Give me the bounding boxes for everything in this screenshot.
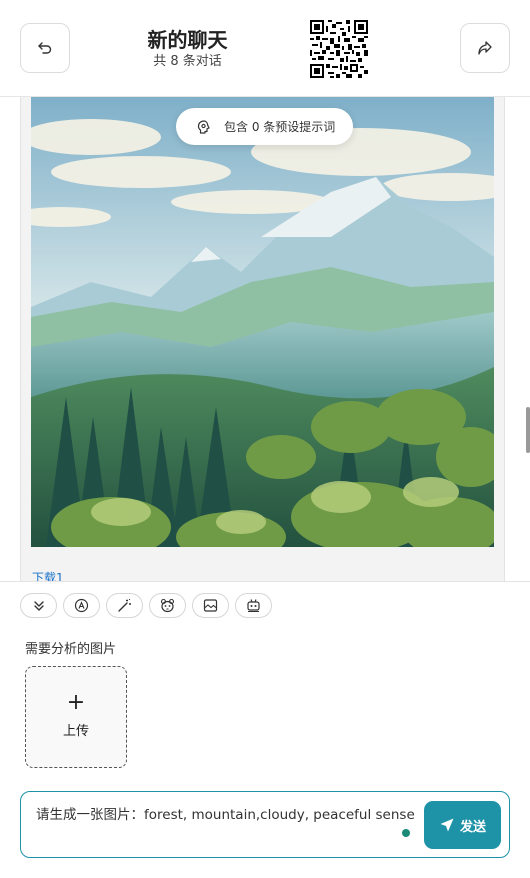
image-button[interactable] xyxy=(192,593,229,618)
upload-label: 上传 xyxy=(62,724,89,739)
preset-prompt-label: 包含 0 条预设提示词 xyxy=(224,120,336,134)
share-button[interactable] xyxy=(460,23,510,73)
robot-icon xyxy=(247,599,260,612)
download-link[interactable]: 下载1 xyxy=(32,569,64,581)
page-title: 新的聊天 xyxy=(147,28,228,52)
plus-icon: + xyxy=(66,690,86,715)
qr-code xyxy=(310,20,368,78)
return-icon xyxy=(38,42,52,54)
status-dot xyxy=(402,829,410,837)
collapse-button[interactable] xyxy=(20,593,57,618)
chat-header: 新的聊天 共 8 条对话 xyxy=(0,0,530,97)
collapse-icon xyxy=(33,600,44,611)
chat-scrollbar[interactable] xyxy=(526,407,530,453)
back-button[interactable] xyxy=(20,23,70,73)
robot-button[interactable] xyxy=(235,593,272,618)
share-icon xyxy=(478,41,492,55)
message-input-text: 请生成一张图片：forest, mountain,cloudy, peacefu… xyxy=(36,807,415,823)
brain-icon xyxy=(196,119,212,135)
send-label: 发送 xyxy=(459,819,486,835)
preset-prompt-pill[interactable]: 包含 0 条预设提示词 xyxy=(176,108,353,145)
chat-title-block: 新的聊天 共 8 条对话 xyxy=(115,28,260,70)
message-input[interactable]: 请生成一张图片：forest, mountain,cloudy, peacefu… xyxy=(20,791,510,858)
image-icon xyxy=(203,599,218,612)
input-panel: 需要分析的图片 + 上传 请生成一张图片：forest, mountain,cl… xyxy=(0,581,530,878)
model-switch-button[interactable] xyxy=(63,593,100,618)
image-section-label: 需要分析的图片 xyxy=(25,642,117,657)
chat-toolbar xyxy=(20,593,272,618)
mask-button[interactable] xyxy=(149,593,186,618)
message-count: 共 8 条对话 xyxy=(153,54,222,69)
generated-image[interactable] xyxy=(31,97,494,547)
prompt-magic-button[interactable] xyxy=(106,593,143,618)
image-upload-box[interactable]: + 上传 xyxy=(25,666,127,768)
chat-messages[interactable]: 包含 0 条预设提示词 下载1 xyxy=(0,97,530,581)
send-icon xyxy=(439,817,455,833)
mask-icon xyxy=(160,598,175,613)
magic-wand-icon xyxy=(118,599,131,612)
send-button[interactable]: 发送 xyxy=(424,801,501,849)
model-switch-icon xyxy=(74,598,89,613)
